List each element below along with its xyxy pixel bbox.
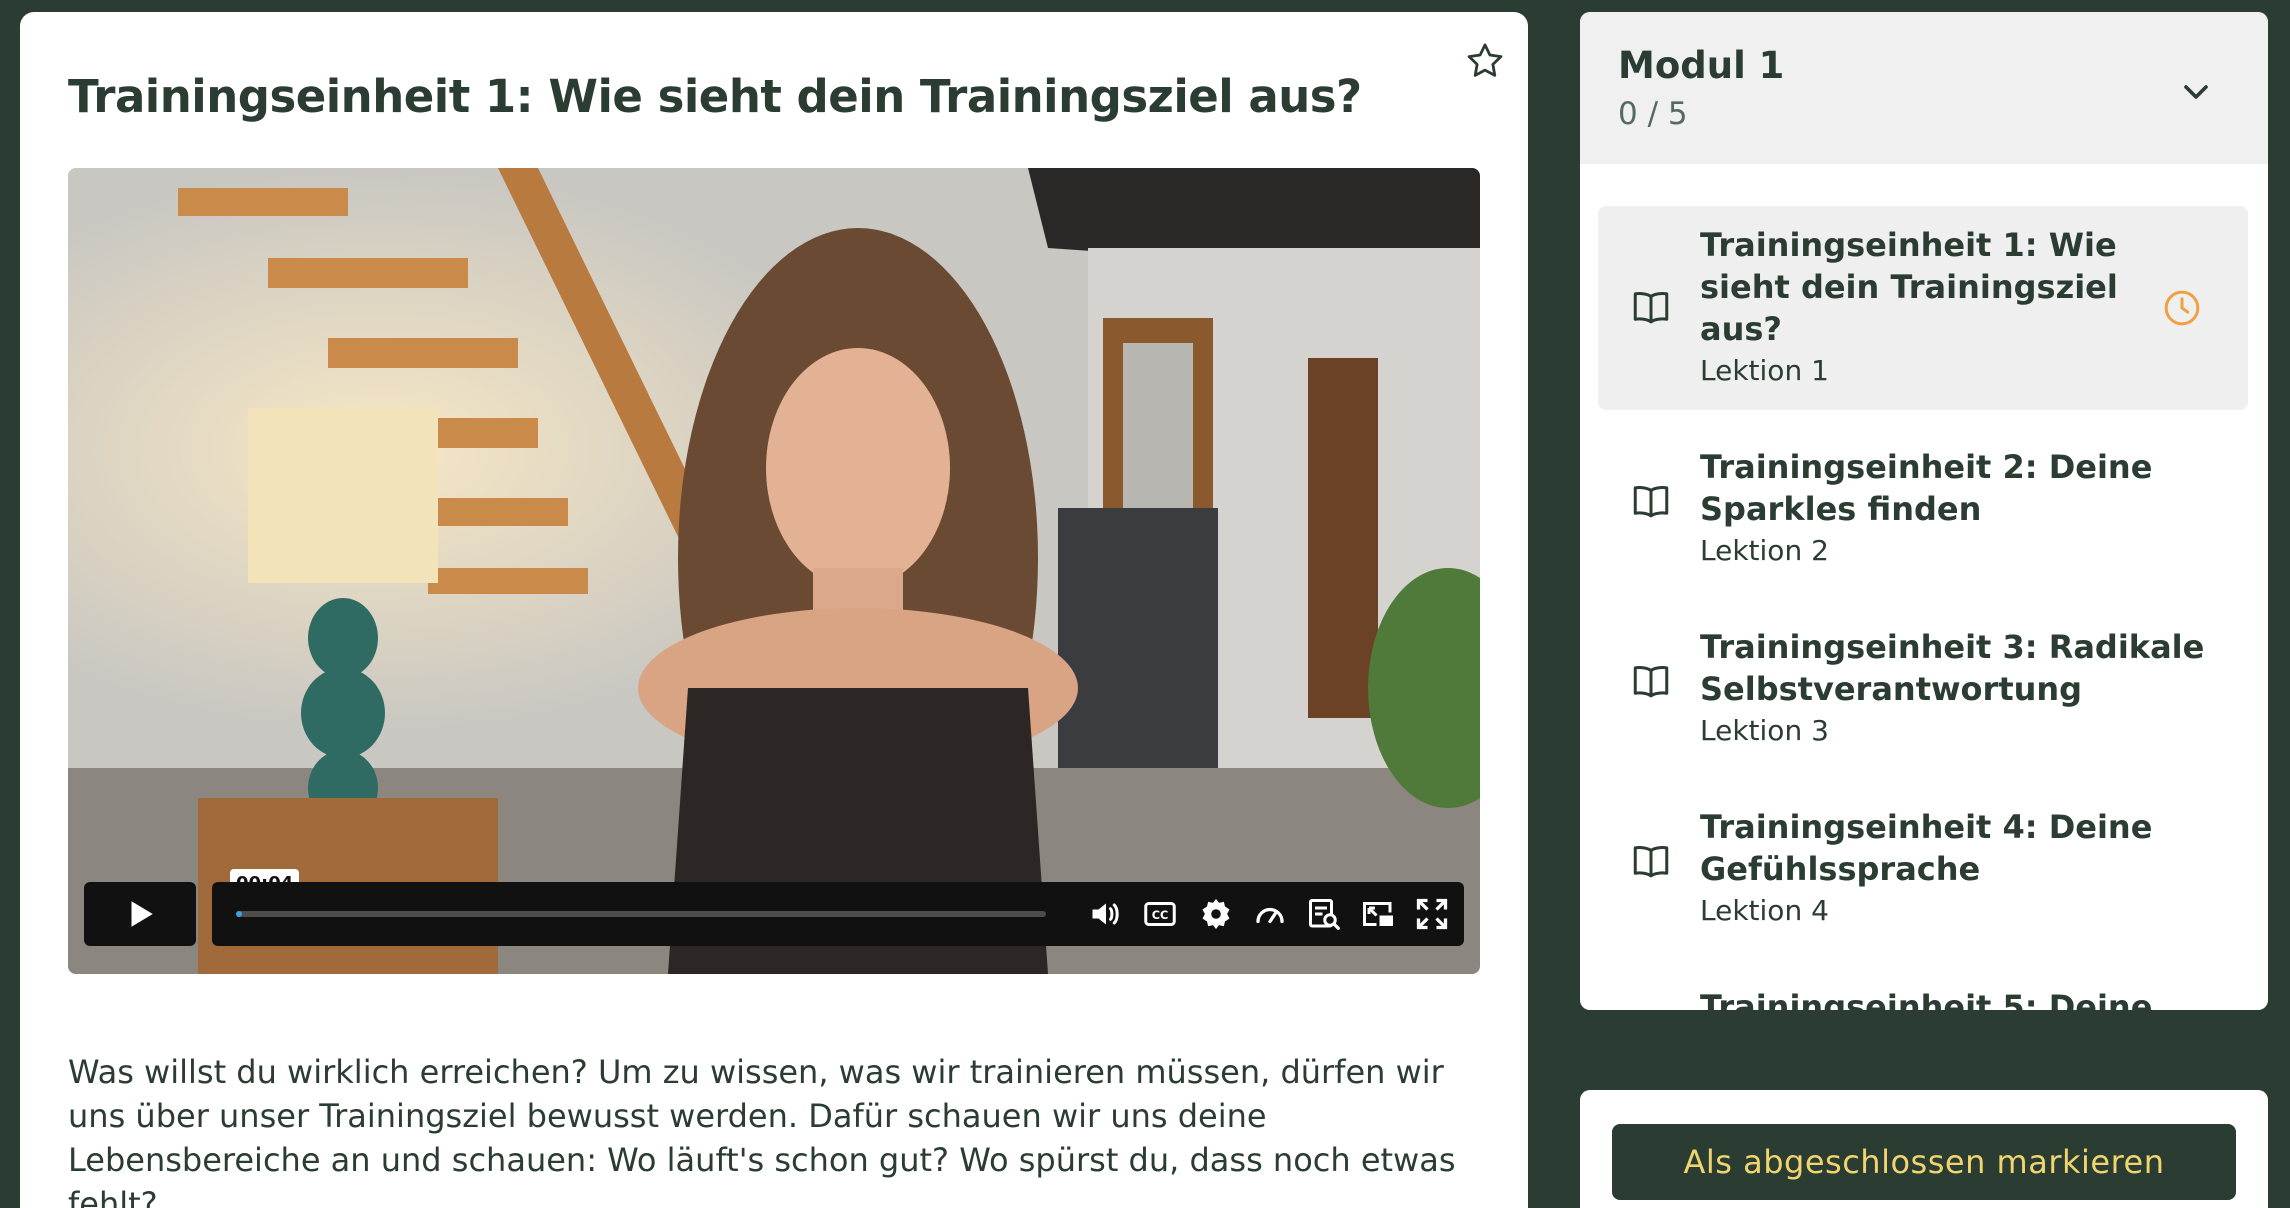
play-icon bbox=[131, 901, 153, 927]
progress-fill bbox=[236, 911, 243, 917]
lesson-title: Trainingseinheit 1: Wie sieht dein Train… bbox=[1700, 226, 2118, 348]
mark-complete-button[interactable]: Als abgeschlossen markieren bbox=[1612, 1124, 2236, 1200]
module-title: Modul 1 bbox=[1618, 44, 1785, 87]
lesson-title: Trainingseinheit 2: Deine Sparkles finde… bbox=[1700, 448, 2153, 528]
complete-card: Als abgeschlossen markieren bbox=[1580, 1090, 2268, 1208]
settings-gear-icon[interactable] bbox=[1198, 896, 1234, 932]
progress-bar[interactable] bbox=[236, 911, 1046, 917]
star-icon[interactable] bbox=[1464, 40, 1506, 82]
module-header[interactable]: Modul 1 0 / 5 bbox=[1580, 12, 2268, 164]
playback-speed-icon[interactable] bbox=[1252, 896, 1288, 932]
lesson-list: Trainingseinheit 1: Wie sieht dein Train… bbox=[1580, 164, 2268, 1010]
lesson-title: Trainingseinheit 3: Radikale Selbstveran… bbox=[1700, 628, 2205, 708]
book-icon bbox=[1633, 846, 1669, 878]
book-icon bbox=[1633, 666, 1669, 698]
video-controls-bar: CC bbox=[212, 882, 1464, 946]
captions-icon[interactable]: CC bbox=[1142, 896, 1178, 932]
chevron-down-icon[interactable] bbox=[2176, 72, 2216, 112]
page-title: Trainingseinheit 1: Wie sieht dein Train… bbox=[68, 70, 1362, 123]
clock-icon bbox=[2164, 290, 2200, 326]
video-player[interactable]: 00:04 CC bbox=[68, 168, 1480, 974]
lesson-title: Trainingseinheit 5: Deine bbox=[1700, 988, 2153, 1010]
lesson-item-2[interactable]: Trainingseinheit 2: Deine Sparkles finde… bbox=[1598, 428, 2248, 592]
lesson-content-card: Trainingseinheit 1: Wie sieht dein Train… bbox=[20, 12, 1528, 1208]
transcript-search-icon[interactable] bbox=[1306, 896, 1342, 932]
fullscreen-icon[interactable] bbox=[1414, 896, 1450, 932]
module-progress: 0 / 5 bbox=[1618, 96, 1688, 132]
video-frame bbox=[68, 168, 1480, 974]
lesson-item-5[interactable]: Trainingseinheit 5: Deine bbox=[1598, 968, 2248, 1010]
book-icon bbox=[1633, 486, 1669, 518]
lesson-description: Was willst du wirklich erreichen? Um zu … bbox=[68, 1053, 1456, 1208]
lesson-subtitle: Lektion 4 bbox=[1700, 894, 1829, 927]
book-icon bbox=[1633, 292, 1669, 324]
lesson-subtitle: Lektion 1 bbox=[1700, 354, 1829, 387]
lesson-subtitle: Lektion 3 bbox=[1700, 714, 1829, 747]
lesson-item-3[interactable]: Trainingseinheit 3: Radikale Selbstveran… bbox=[1598, 608, 2248, 772]
lesson-item-1[interactable]: Trainingseinheit 1: Wie sieht dein Train… bbox=[1598, 206, 2248, 410]
lesson-title: Trainingseinheit 4: Deine Gefühlssprache bbox=[1700, 808, 2153, 888]
picture-in-picture-icon[interactable] bbox=[1360, 896, 1396, 932]
module-sidebar: Modul 1 0 / 5 Trainingseinheit 1: Wie si… bbox=[1580, 12, 2268, 1010]
volume-icon[interactable] bbox=[1088, 896, 1124, 932]
svg-text:CC: CC bbox=[1152, 909, 1169, 922]
lesson-item-4[interactable]: Trainingseinheit 4: Deine Gefühlssprache… bbox=[1598, 788, 2248, 952]
lesson-subtitle: Lektion 2 bbox=[1700, 534, 1829, 567]
play-button[interactable] bbox=[84, 882, 196, 946]
